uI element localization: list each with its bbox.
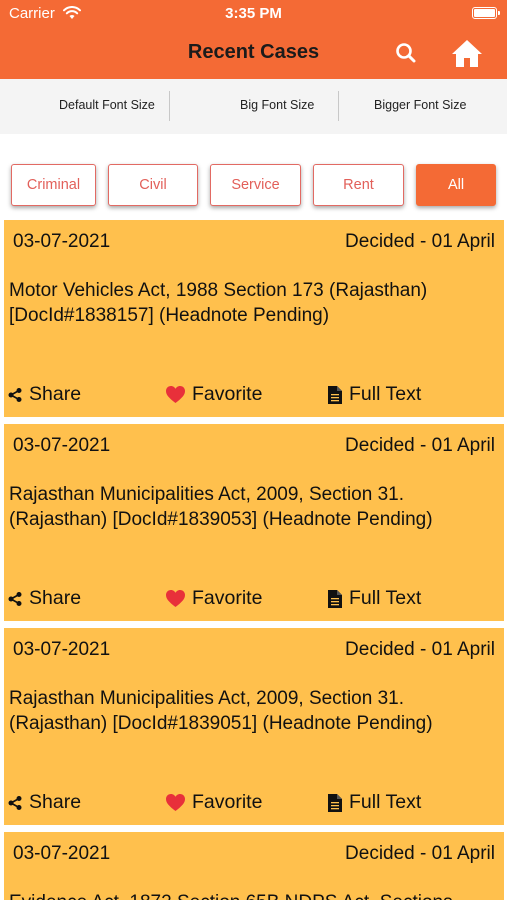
share-icon [8,387,22,402]
share-button[interactable]: Share [7,791,81,814]
case-card[interactable]: 03-07-2021 Decided - 01 April Rajasthan … [4,628,504,825]
share-button[interactable]: Share [7,383,81,406]
case-card[interactable]: 03-07-2021 Decided - 01 April Motor Vehi… [4,220,504,417]
case-description[interactable]: Motor Vehicles Act, 1988 Section 173 (Ra… [9,278,495,328]
home-icon[interactable] [451,38,483,68]
share-icon [8,795,22,810]
filter-service[interactable]: Service [210,164,301,206]
heart-icon [166,590,185,607]
case-description[interactable]: Rajasthan Municipalities Act, 2009, Sect… [9,482,495,532]
case-card[interactable]: 03-07-2021 Decided - 01 April Rajasthan … [4,424,504,621]
document-icon [328,589,342,608]
filter-criminal[interactable]: Criminal [11,164,96,206]
document-icon [328,385,342,404]
clock: 3:35 PM [225,5,282,22]
search-icon[interactable] [394,41,418,65]
full-text-label: Full Text [349,791,422,813]
filter-civil[interactable]: Civil [108,164,198,206]
bigger-font-size-option[interactable]: Bigger Font Size [374,98,466,112]
full-text-label: Full Text [349,587,422,609]
share-button[interactable]: Share [7,587,81,610]
full-text-button[interactable]: Full Text [327,791,421,814]
share-label: Share [29,791,82,813]
favorite-label: Favorite [192,587,263,609]
case-date: 03-07-2021 [13,231,111,252]
full-text-button[interactable]: Full Text [327,383,421,406]
battery-icon [472,7,500,19]
favorite-button[interactable]: Favorite [165,791,262,814]
case-status: Decided - 01 April [345,639,495,660]
favorite-label: Favorite [192,791,263,813]
favorite-button[interactable]: Favorite [165,587,262,610]
favorite-button[interactable]: Favorite [165,383,262,406]
heart-icon [166,386,185,403]
big-font-size-option[interactable]: Big Font Size [240,98,314,112]
case-description[interactable]: Rajasthan Municipalities Act, 2009, Sect… [9,686,495,736]
filter-all[interactable]: All [416,164,496,206]
case-status: Decided - 01 April [345,843,495,864]
case-description[interactable]: Evidence Act, 1872 Section 65B NDPS Act,… [9,890,495,900]
share-label: Share [29,383,82,405]
full-text-label: Full Text [349,383,422,405]
filter-bar: Criminal Civil Service Rent All [0,134,507,220]
navigation-bar: Recent Cases [0,28,507,79]
case-date: 03-07-2021 [13,843,111,864]
case-status: Decided - 01 April [345,435,495,456]
share-icon [8,591,22,606]
font-size-bar: Default Font Size Big Font Size Bigger F… [0,79,507,134]
status-bar: Carrier 3:35 PM [0,0,507,28]
case-status: Decided - 01 April [345,231,495,252]
case-date: 03-07-2021 [13,639,111,660]
divider [169,91,170,121]
case-card[interactable]: 03-07-2021 Decided - 01 April Evidence A… [4,832,504,900]
filter-rent[interactable]: Rent [313,164,404,206]
full-text-button[interactable]: Full Text [327,587,421,610]
divider [338,91,339,121]
favorite-label: Favorite [192,383,263,405]
heart-icon [166,794,185,811]
case-date: 03-07-2021 [13,435,111,456]
page-title: Recent Cases [187,41,320,63]
default-font-size-option[interactable]: Default Font Size [59,98,155,112]
document-icon [328,793,342,812]
share-label: Share [29,587,82,609]
